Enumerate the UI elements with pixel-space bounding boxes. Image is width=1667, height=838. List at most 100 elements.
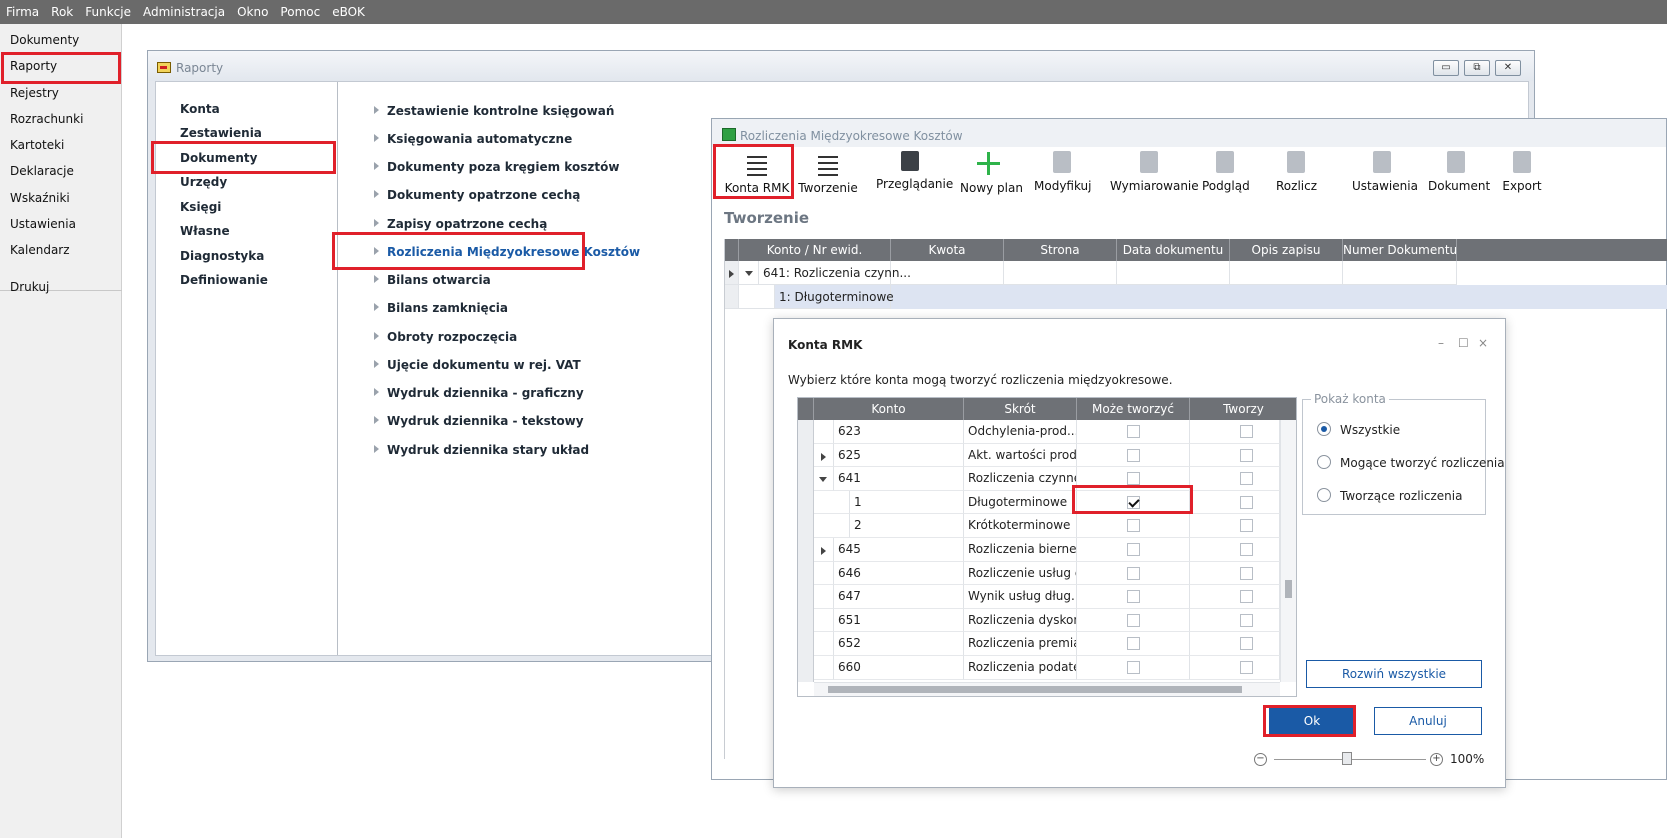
column-header[interactable]: Strona bbox=[1004, 239, 1117, 261]
toolbar-przegladanie-button[interactable]: Przeglądanie bbox=[876, 149, 953, 197]
moze-tworzyc-checkbox[interactable] bbox=[1127, 637, 1140, 651]
menu-ebok[interactable]: eBOK bbox=[326, 0, 371, 24]
category-wlasne[interactable]: Własne bbox=[180, 224, 230, 238]
tworzy-checkbox[interactable] bbox=[1240, 472, 1253, 486]
menu-pomoc[interactable]: Pomoc bbox=[274, 0, 326, 24]
cancel-button[interactable]: Anuluj bbox=[1374, 707, 1482, 735]
raporty-close-button[interactable]: ✕ bbox=[1495, 60, 1521, 76]
tworzy-checkbox[interactable] bbox=[1240, 495, 1253, 509]
expander-cell[interactable] bbox=[814, 561, 834, 586]
moze-tworzyc-checkbox[interactable] bbox=[1127, 566, 1140, 580]
toolbar-podglad-button[interactable]: Podgląd bbox=[1202, 149, 1250, 197]
column-header[interactable]: Kwota bbox=[891, 239, 1004, 261]
nav-item-drukuj[interactable]: Drukuj bbox=[10, 280, 49, 294]
zoom-out-icon[interactable]: − bbox=[1254, 753, 1267, 766]
radio-tworzace[interactable] bbox=[1317, 488, 1331, 502]
tworzy-checkbox[interactable] bbox=[1240, 566, 1253, 580]
dialog-close-button[interactable]: × bbox=[1478, 336, 1488, 350]
column-header-konto[interactable]: Konto bbox=[814, 398, 964, 420]
table-row[interactable]: 646Rozliczenie usług d... bbox=[814, 561, 1280, 586]
tworzy-checkbox[interactable] bbox=[1240, 425, 1253, 438]
table-row[interactable]: 641Rozliczenia czynne... bbox=[814, 467, 1280, 491]
menu-firma[interactable]: Firma bbox=[0, 0, 45, 24]
expander-cell[interactable] bbox=[814, 656, 834, 680]
horizontal-scrollbar[interactable] bbox=[814, 682, 1280, 696]
tworzy-checkbox[interactable] bbox=[1240, 519, 1253, 533]
moze-tworzyc-checkbox[interactable] bbox=[1127, 613, 1140, 627]
moze-tworzyc-checkbox[interactable] bbox=[1127, 495, 1140, 509]
table-row[interactable]: 645 Rozliczenia bierne... bbox=[814, 538, 1280, 562]
raporty-titlebar[interactable]: Raporty ▭ ⧉ ✕ bbox=[148, 51, 1534, 81]
tworzy-checkbox[interactable] bbox=[1240, 637, 1253, 651]
radio-label[interactable]: Mogące tworzyć rozliczenia bbox=[1340, 456, 1505, 470]
moze-tworzyc-checkbox[interactable] bbox=[1127, 425, 1140, 438]
report-item[interactable]: Zapisy opatrzone cechą bbox=[374, 217, 547, 231]
report-item[interactable]: Ujęcie dokumentu w rej. VAT bbox=[374, 358, 581, 372]
expander-cell[interactable] bbox=[814, 514, 850, 538]
column-header[interactable]: Konto / Nr ewid. bbox=[739, 239, 891, 261]
toolbar-ustawienia-button[interactable]: Ustawienia bbox=[1352, 149, 1418, 197]
moze-tworzyc-checkbox[interactable] bbox=[1127, 543, 1140, 556]
category-definiowanie[interactable]: Definiowanie bbox=[180, 273, 268, 287]
table-row[interactable]: 660Rozliczenia podate... bbox=[814, 656, 1280, 680]
expand-arrow-icon[interactable] bbox=[821, 452, 826, 461]
tworzy-checkbox[interactable] bbox=[1240, 543, 1253, 556]
dialog-minimize-button[interactable]: – bbox=[1438, 336, 1444, 350]
zoom-slider-knob[interactable] bbox=[1342, 752, 1352, 765]
nav-item-rozrachunki[interactable]: Rozrachunki bbox=[10, 112, 83, 126]
menu-okno[interactable]: Okno bbox=[231, 0, 274, 24]
category-diagnostyka[interactable]: Diagnostyka bbox=[180, 249, 264, 263]
column-header-tworzy[interactable]: Tworzy bbox=[1190, 398, 1296, 420]
row-selector[interactable] bbox=[725, 285, 739, 309]
moze-tworzyc-checkbox[interactable] bbox=[1127, 519, 1140, 533]
report-item[interactable]: Wydruk dziennika stary układ bbox=[374, 443, 589, 457]
table-row[interactable]: 651Rozliczenia dyskonto bbox=[814, 608, 1280, 633]
table-row[interactable]: 647 Wynik usług dług. bbox=[814, 585, 1280, 609]
nav-item-raporty[interactable]: Raporty bbox=[10, 59, 57, 73]
column-header[interactable]: Opis zapisu bbox=[1230, 239, 1343, 261]
moze-tworzyc-checkbox[interactable] bbox=[1127, 590, 1140, 604]
report-item[interactable]: Dokumenty opatrzone cechą bbox=[374, 188, 580, 202]
scroll-thumb[interactable] bbox=[1285, 580, 1292, 598]
expand-all-button[interactable]: Rozwiń wszystkie bbox=[1306, 660, 1482, 688]
category-zestawienia[interactable]: Zestawienia bbox=[180, 126, 262, 140]
toolbar-wymiarowanie-button[interactable]: Wymiarowanie bbox=[1110, 149, 1199, 197]
report-item[interactable]: Bilans zamknięcia bbox=[374, 301, 508, 315]
expander-cell[interactable] bbox=[814, 420, 834, 444]
menu-administracja[interactable]: Administracja bbox=[137, 0, 231, 24]
radio-label[interactable]: Tworzące rozliczenia bbox=[1340, 489, 1462, 503]
nav-item-ustawienia[interactable]: Ustawienia bbox=[10, 217, 76, 231]
expander-cell[interactable] bbox=[814, 585, 834, 609]
moze-tworzyc-checkbox[interactable] bbox=[1127, 472, 1140, 486]
expander-cell[interactable] bbox=[814, 490, 850, 515]
expander-cell[interactable] bbox=[814, 467, 834, 491]
toolbar-tworzenie-button[interactable]: Tworzenie bbox=[798, 149, 858, 197]
category-urzedy[interactable]: Urzędy bbox=[180, 175, 227, 189]
expander-cell[interactable] bbox=[814, 538, 834, 562]
nav-item-rejestry[interactable]: Rejestry bbox=[10, 86, 59, 100]
tworzy-checkbox[interactable] bbox=[1240, 590, 1253, 604]
moze-tworzyc-checkbox[interactable] bbox=[1127, 448, 1140, 462]
toolbar-modyfikuj-button[interactable]: Modyfikuj bbox=[1034, 149, 1092, 197]
expander-cell[interactable] bbox=[814, 632, 834, 656]
row-selector[interactable] bbox=[725, 261, 739, 285]
toolbar-konta-rmk-button[interactable]: Konta RMK bbox=[724, 149, 790, 197]
report-item-active[interactable]: Rozliczenia Międzyokresowe Kosztów bbox=[374, 245, 640, 259]
menu-funkcje[interactable]: Funkcje bbox=[79, 0, 137, 24]
toolbar-dokument-button[interactable]: Dokument bbox=[1428, 149, 1490, 197]
report-item[interactable]: Księgowania automatyczne bbox=[374, 132, 572, 146]
tworzy-checkbox[interactable] bbox=[1240, 448, 1253, 462]
table-row[interactable]: 641: Rozliczenia czynn... bbox=[725, 261, 1667, 285]
radio-mogace-tworzyc[interactable] bbox=[1317, 455, 1331, 469]
raporty-restore-button[interactable]: ⧉ bbox=[1464, 60, 1490, 76]
moze-tworzyc-checkbox[interactable] bbox=[1127, 661, 1140, 674]
table-row[interactable]: 623 Odchylenia-prod.... bbox=[814, 420, 1280, 444]
report-item[interactable]: Wydruk dziennika - tekstowy bbox=[374, 414, 584, 428]
nav-item-deklaracje[interactable]: Deklaracje bbox=[10, 164, 74, 178]
table-row[interactable]: 2 Krótkoterminowe bbox=[814, 514, 1280, 538]
rmk-titlebar[interactable]: Rozliczenia Międzyokresowe Kosztów bbox=[712, 119, 1666, 147]
column-header-skrot[interactable]: Skrót bbox=[964, 398, 1077, 420]
row-expander[interactable] bbox=[739, 261, 759, 285]
category-konta[interactable]: Konta bbox=[180, 102, 220, 116]
nav-item-kartoteki[interactable]: Kartoteki bbox=[10, 138, 64, 152]
